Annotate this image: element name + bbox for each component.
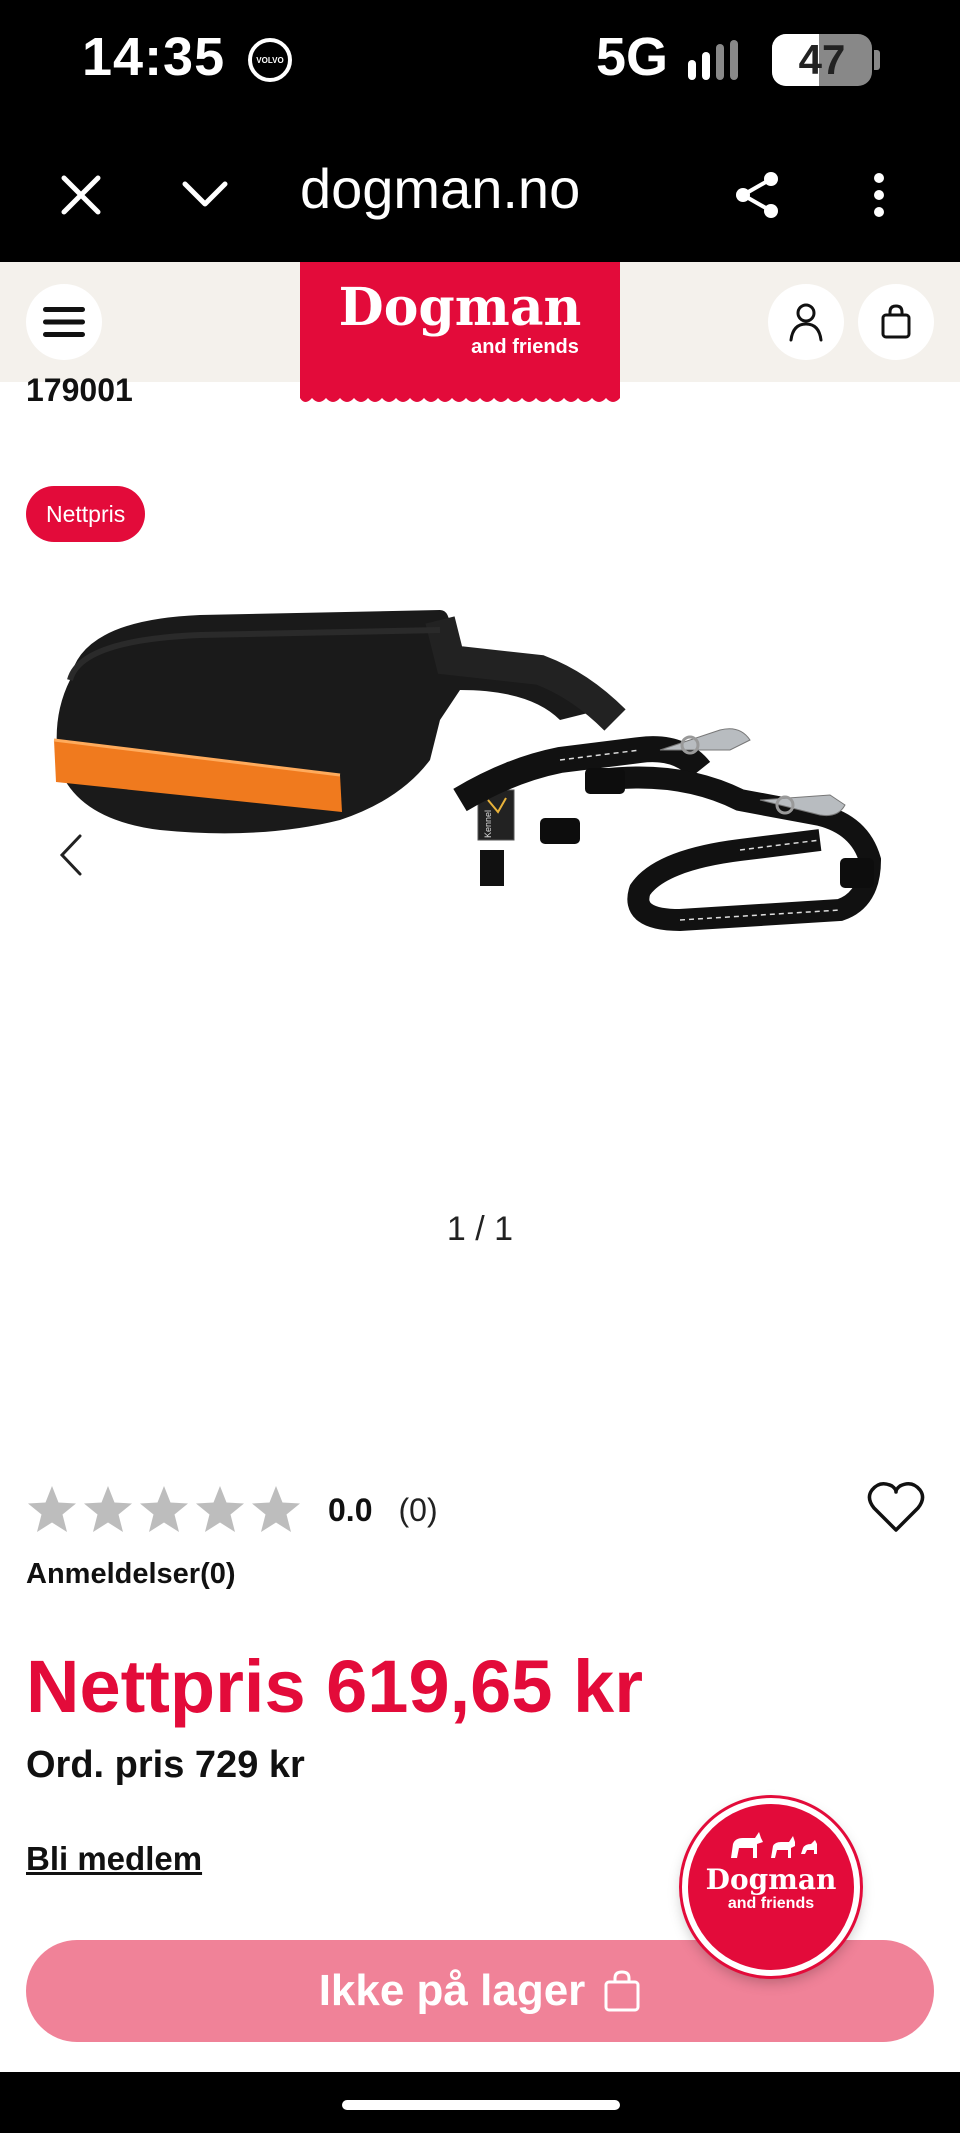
share-icon[interactable] bbox=[722, 160, 792, 230]
star-icon bbox=[140, 1486, 188, 1532]
dogman-floating-button[interactable]: Dogman and friends bbox=[682, 1798, 860, 1976]
menu-button[interactable] bbox=[26, 284, 102, 360]
url-field[interactable]: dogman.no bbox=[300, 156, 580, 221]
user-icon bbox=[789, 303, 823, 342]
shopping-bag-icon bbox=[604, 1970, 640, 2012]
account-button[interactable] bbox=[768, 284, 844, 360]
more-vert-icon[interactable] bbox=[844, 160, 914, 230]
floating-badge-subtitle: and friends bbox=[727, 1895, 815, 1912]
star-icon bbox=[196, 1486, 244, 1532]
battery-level: 47 bbox=[798, 36, 846, 83]
become-member-link[interactable]: Bli medlem bbox=[26, 1840, 202, 1878]
signal-icon bbox=[688, 40, 738, 80]
reviews-link[interactable]: Anmeldelser(0) bbox=[26, 1558, 236, 1591]
cta-label: Ikke på lager bbox=[318, 1966, 586, 2015]
logo-main-text: Dogman bbox=[338, 277, 582, 338]
cart-button[interactable] bbox=[858, 284, 934, 360]
product-image[interactable]: Kennel bbox=[40, 600, 920, 1020]
rating-summary: 0.0 (0) bbox=[26, 1484, 438, 1536]
star-rating bbox=[26, 1484, 302, 1536]
previous-image-arrow-icon[interactable] bbox=[52, 830, 92, 880]
battery-indicator: 47 bbox=[772, 34, 872, 86]
product-sku: 179001 bbox=[26, 372, 133, 408]
star-icon bbox=[252, 1486, 300, 1532]
star-icon bbox=[28, 1486, 76, 1532]
logo-scallop-edge bbox=[300, 394, 620, 402]
network-type: 5G bbox=[596, 27, 669, 87]
shopping-bag-icon bbox=[881, 304, 911, 339]
image-pager: 1 / 1 bbox=[446, 1210, 514, 1248]
home-indicator[interactable] bbox=[342, 2100, 620, 2110]
image-brand-text: Kennel bbox=[483, 810, 493, 838]
hamburger-menu-icon bbox=[43, 307, 85, 337]
battery-tip bbox=[874, 50, 880, 70]
logo-sub-text: and friends bbox=[471, 336, 579, 358]
wishlist-heart-icon[interactable] bbox=[866, 1480, 926, 1536]
star-icon bbox=[84, 1486, 132, 1532]
browser-toolbar: dogman.no bbox=[0, 120, 960, 262]
volvo-logo-icon: VOLVO bbox=[248, 38, 292, 82]
net-price: Nettpris 619,65 kr bbox=[26, 1645, 644, 1728]
site-header: Dogman and friends bbox=[0, 262, 960, 402]
chevron-down-icon[interactable] bbox=[170, 160, 240, 230]
ordinary-price: Ord. pris 729 kr bbox=[26, 1744, 305, 1786]
close-icon[interactable] bbox=[46, 160, 116, 230]
floating-badge-title: Dogman bbox=[705, 1863, 837, 1896]
status-time: 14:35 bbox=[82, 27, 226, 87]
nettpris-badge: Nettpris bbox=[26, 486, 146, 542]
site-logo[interactable]: Dogman and friends bbox=[300, 262, 620, 402]
rating-value: 0.0 bbox=[328, 1491, 373, 1528]
rating-count: (0) bbox=[398, 1491, 438, 1528]
dogs-icon bbox=[731, 1832, 817, 1858]
status-bar: 14:35 VOLVO 5G 47 bbox=[0, 0, 960, 120]
